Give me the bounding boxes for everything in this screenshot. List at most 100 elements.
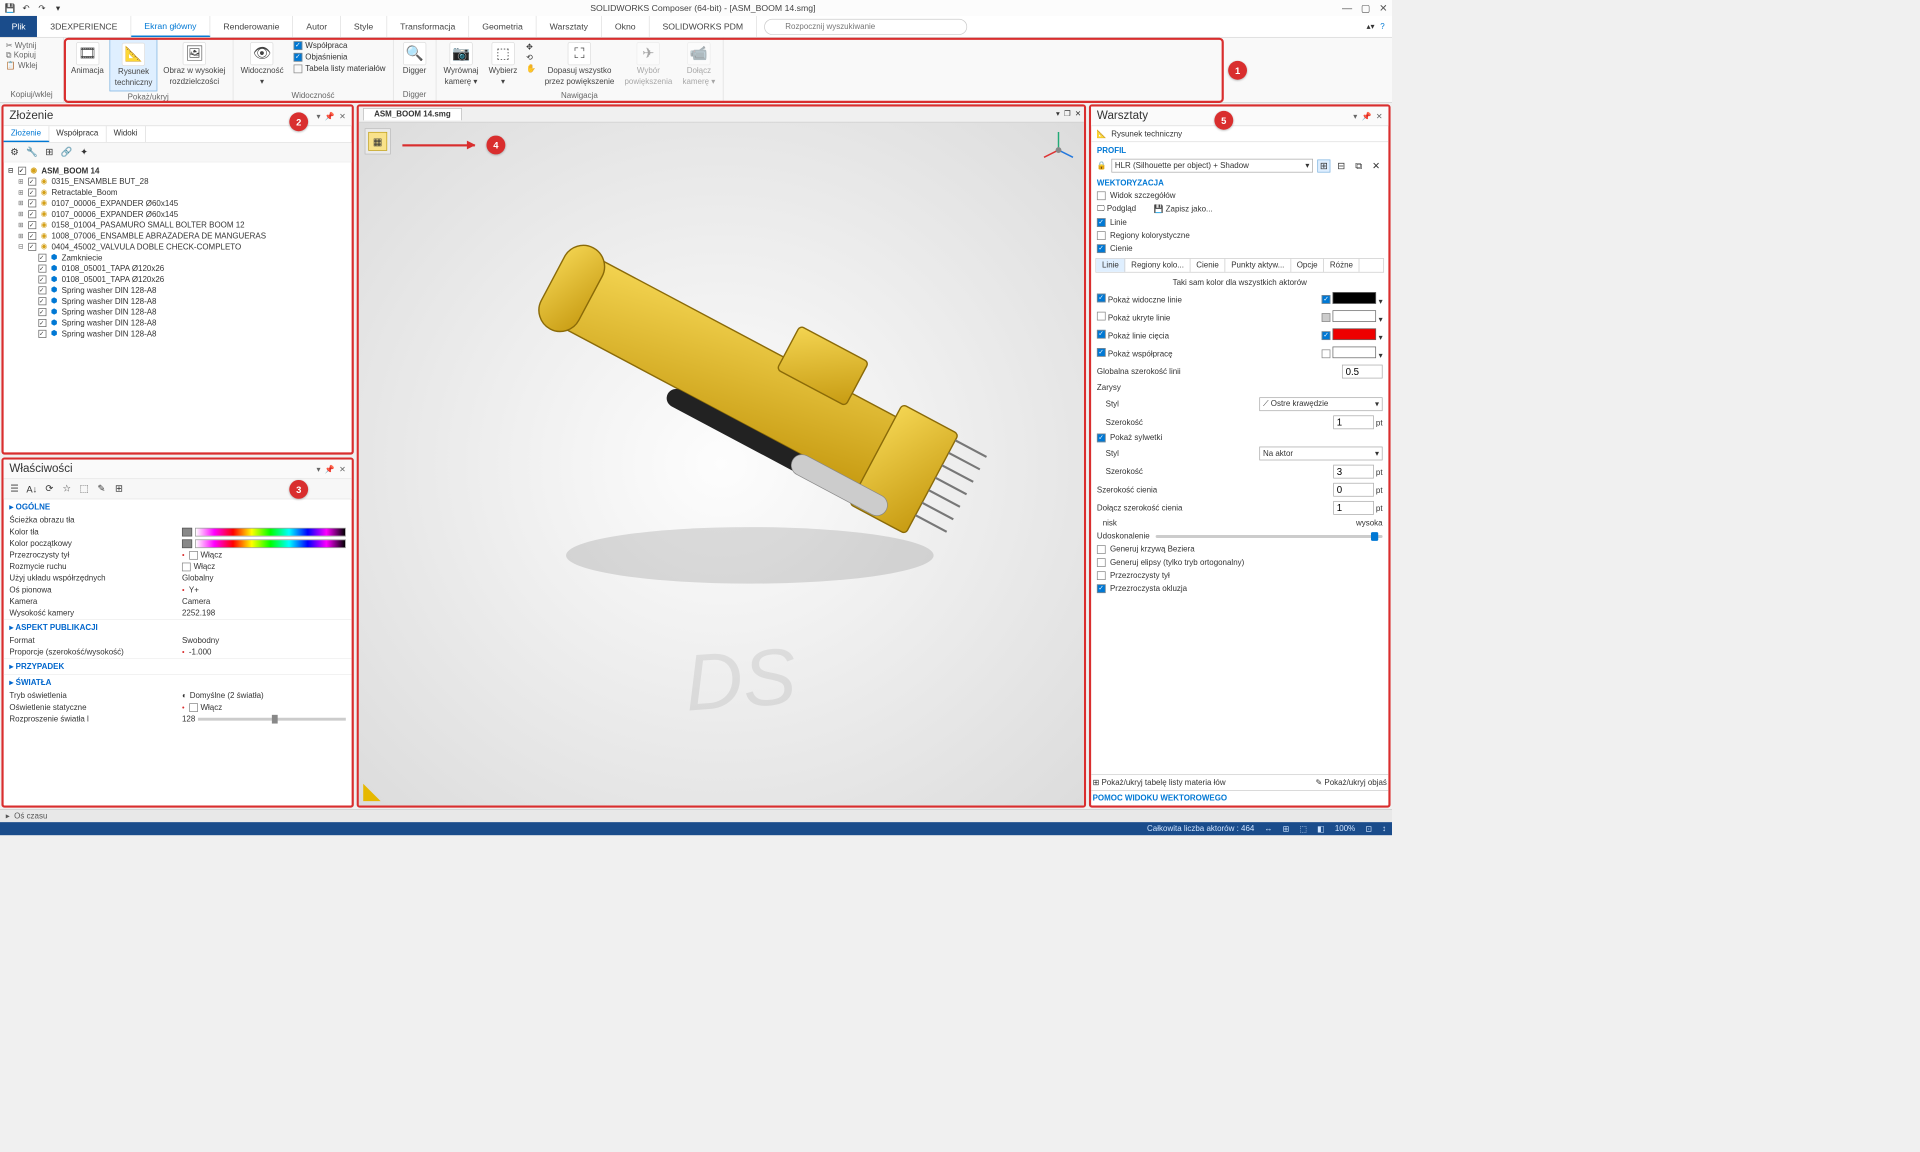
- tab-style[interactable]: Style: [341, 16, 387, 37]
- maximize-icon[interactable]: ▢: [1361, 2, 1371, 14]
- status-icon-6[interactable]: ↕: [1382, 824, 1386, 833]
- prop-tool-2-icon[interactable]: A↓: [25, 482, 38, 495]
- tree-root[interactable]: ASM_BOOM 14: [41, 166, 99, 175]
- fit-all-button[interactable]: ⛶Dopasuj wszystkoprzez powiększenie: [540, 39, 618, 90]
- ws-tab-shadows[interactable]: Cienie: [1190, 259, 1225, 272]
- panel-pin-icon[interactable]: 📌: [325, 464, 335, 473]
- vp-menu-icon[interactable]: ▾: [1056, 110, 1060, 118]
- tree-item[interactable]: ⬢Spring washer DIN 128-A8: [8, 307, 347, 318]
- regions-toggle[interactable]: Regiony kolorystyczne: [1095, 229, 1384, 242]
- transparent-back-toggle[interactable]: Przezroczysty tył: [1095, 569, 1384, 582]
- help-icon[interactable]: ?: [1380, 22, 1384, 31]
- tree-item[interactable]: ⬢Spring washer DIN 128-A8: [8, 296, 347, 307]
- paste-button[interactable]: 📋 Wklej: [6, 61, 38, 70]
- prop-tool-5-icon[interactable]: ⬚: [78, 482, 91, 495]
- tree-item[interactable]: ⬢Spring washer DIN 128-A8: [8, 328, 347, 339]
- tree-item[interactable]: ⬢0108_05001_TAPA Ø120x26: [8, 274, 347, 285]
- views-tab[interactable]: Widoki: [106, 126, 145, 142]
- status-icon-4[interactable]: ◧: [1317, 824, 1325, 833]
- visibility-button[interactable]: 👁Widoczność▾: [236, 39, 288, 90]
- ws-tab-lines[interactable]: Linie: [1096, 259, 1125, 272]
- silh-style-combo[interactable]: Na aktor▾: [1259, 447, 1382, 461]
- prop-tool-6-icon[interactable]: ✎: [95, 482, 108, 495]
- status-icon-5[interactable]: ⊡: [1365, 824, 1372, 833]
- section-publish[interactable]: ▸ ASPEKT PUBLIKACJI: [4, 619, 352, 635]
- tree-item[interactable]: ⬢Zamkniecie: [8, 252, 347, 263]
- save-icon[interactable]: 💾: [4, 2, 16, 14]
- tab-home[interactable]: Ekran główny: [131, 16, 210, 37]
- tree-item[interactable]: ⊞◉0315_ENSAMBLE BUT_28: [8, 176, 347, 187]
- tree-item[interactable]: ⊞◉0158_01004_PASAMURO SMALL BOLTER BOOM …: [8, 220, 347, 231]
- tab-transform[interactable]: Transformacja: [387, 16, 469, 37]
- collaboration-toggle[interactable]: Współpraca: [292, 41, 387, 51]
- copy-button[interactable]: ⧉ Kopiuj: [6, 51, 36, 60]
- panel-menu-icon[interactable]: ▾: [316, 464, 320, 473]
- hidden-lines-color[interactable]: [1333, 310, 1377, 322]
- bezier-toggle[interactable]: Generuj krzywą Beziera: [1095, 543, 1384, 556]
- toggle-annotations-button[interactable]: ✎ Pokaż/ukryj objaś: [1316, 778, 1387, 787]
- technical-drawing-button[interactable]: 📐Rysunektechniczny: [110, 39, 158, 91]
- ws-tab-hotspots[interactable]: Punkty aktyw...: [1225, 259, 1291, 272]
- tree-item[interactable]: ⬢Spring washer DIN 128-A8: [8, 285, 347, 296]
- prop-tool-3-icon[interactable]: ⟳: [43, 482, 56, 495]
- profile-tool-2-icon[interactable]: ⊟: [1335, 159, 1348, 172]
- nav-rotate-icon[interactable]: ⟲: [526, 53, 536, 62]
- panel-menu-icon[interactable]: ▾: [1353, 111, 1357, 120]
- tab-author[interactable]: Autor: [293, 16, 341, 37]
- close-icon[interactable]: ✕: [1379, 2, 1388, 14]
- status-icon-1[interactable]: ↔: [1264, 824, 1272, 833]
- tree-item[interactable]: ⊞◉0107_00006_EXPANDER Ø60x145: [8, 198, 347, 209]
- annotations-toggle[interactable]: Objaśnienia: [292, 52, 387, 62]
- status-icon-2[interactable]: ⊞: [1283, 824, 1290, 833]
- tab-geometry[interactable]: Geometria: [469, 16, 536, 37]
- ws-tab-misc[interactable]: Różne: [1324, 259, 1359, 272]
- undo-icon[interactable]: ↶: [20, 2, 32, 14]
- cut-lines-color[interactable]: [1333, 328, 1377, 340]
- profile-tool-3-icon[interactable]: ⧉: [1352, 159, 1365, 172]
- silh-width-input[interactable]: [1333, 465, 1374, 479]
- prop-tool-1-icon[interactable]: ☰: [8, 482, 21, 495]
- tab-3dexperience[interactable]: 3DEXPERIENCE: [37, 16, 131, 37]
- transparent-occlusion-toggle[interactable]: Przezroczysta okluzja: [1095, 582, 1384, 595]
- assembly-tab[interactable]: Złożenie: [4, 126, 49, 142]
- panel-close-icon[interactable]: ✕: [339, 111, 346, 120]
- tree-item[interactable]: ⊟◉0404_45002_VALVULA DOBLE CHECK-COMPLET…: [8, 241, 347, 252]
- search-input[interactable]: [764, 18, 967, 34]
- nav-tool-icon[interactable]: ✥: [526, 42, 536, 51]
- saveas-button[interactable]: 💾 Zapisz jako...: [1154, 204, 1213, 213]
- panel-close-icon[interactable]: ✕: [1376, 111, 1383, 120]
- panel-pin-icon[interactable]: 📌: [1362, 111, 1372, 120]
- zoom-selection-button[interactable]: ✈Wybórpowiększenia: [620, 39, 677, 90]
- bom-toggle[interactable]: Tabela listy materiałów: [292, 64, 387, 74]
- tree-item[interactable]: ⬢Spring washer DIN 128-A8: [8, 318, 347, 329]
- animation-button[interactable]: 🎞Animacja: [67, 39, 109, 79]
- prop-tool-7-icon[interactable]: ⊞: [112, 482, 125, 495]
- profile-tool-1-icon[interactable]: ⊞: [1317, 159, 1330, 172]
- outline-style-combo[interactable]: ⟋ Ostre krawędzie▾: [1259, 397, 1382, 411]
- section-lights[interactable]: ▸ ŚWIATŁA: [4, 674, 352, 690]
- timeline-bar[interactable]: ▸Oś czasu: [0, 809, 1392, 822]
- toggle-bom-button[interactable]: ⊞ Pokaż/ukryj tabelę listy materia łów: [1093, 778, 1226, 787]
- tree-tool-3-icon[interactable]: ⊞: [43, 146, 56, 159]
- visible-lines-color[interactable]: [1333, 292, 1377, 304]
- collab-color[interactable]: [1333, 347, 1377, 359]
- tree-tool-2-icon[interactable]: 🔧: [25, 146, 38, 159]
- qat-dropdown-icon[interactable]: ▾: [52, 2, 64, 14]
- collaboration-tab[interactable]: Współpraca: [49, 126, 106, 142]
- tree-item[interactable]: ⬢0108_05001_TAPA Ø120x26: [8, 263, 347, 274]
- outline-width-input[interactable]: [1333, 415, 1374, 429]
- tree-tool-5-icon[interactable]: ✦: [78, 146, 91, 159]
- tree-item[interactable]: ⊞◉0107_00006_EXPANDER Ø60x145: [8, 209, 347, 220]
- tab-render[interactable]: Renderowanie: [210, 16, 293, 37]
- cut-button[interactable]: ✂ Wytnij: [6, 41, 37, 50]
- tree-tool-4-icon[interactable]: 🔗: [60, 146, 73, 159]
- profile-tool-4-icon[interactable]: ✕: [1370, 159, 1383, 172]
- panel-close-icon[interactable]: ✕: [339, 464, 346, 473]
- tree-item[interactable]: ⊞◉Retractable_Boom: [8, 187, 347, 198]
- panel-pin-icon[interactable]: 📌: [325, 111, 335, 120]
- attach-camera-button[interactable]: 📹Dołączkamerę ▾: [678, 39, 720, 90]
- tab-window[interactable]: Okno: [602, 16, 650, 37]
- ws-tab-regions[interactable]: Regiony kolo...: [1125, 259, 1190, 272]
- vp-close-icon[interactable]: ✕: [1075, 110, 1081, 118]
- section-general[interactable]: ▸ OGÓLNE: [4, 499, 352, 515]
